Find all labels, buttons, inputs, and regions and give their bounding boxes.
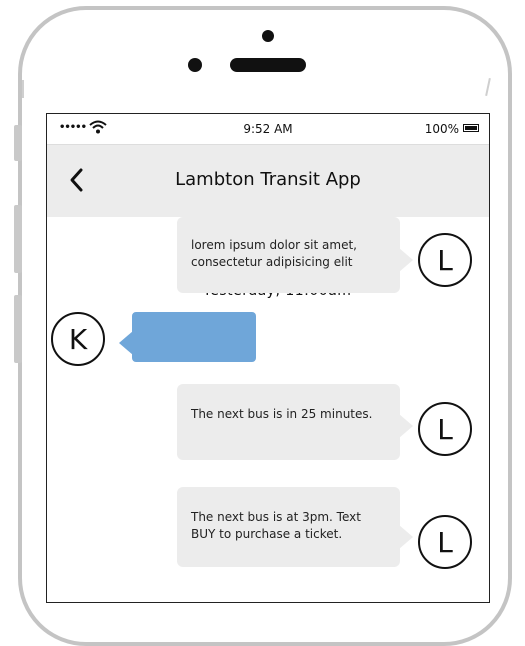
received-message-bubble: lorem ipsum dolor sit amet, consectetur … xyxy=(177,217,400,293)
received-message-bubble: The next bus is in 25 minutes. xyxy=(177,384,400,460)
message-text-line: The next bus is at 3pm. Text xyxy=(191,510,361,524)
bubble-tail xyxy=(399,414,413,438)
avatar: L xyxy=(418,233,472,287)
battery-icon xyxy=(463,124,479,132)
earpiece-speaker xyxy=(230,58,306,72)
message-text: The next bus is in 25 minutes. xyxy=(191,407,373,421)
status-time: 9:52 AM xyxy=(243,122,293,136)
avatar: L xyxy=(418,402,472,456)
avatar: K xyxy=(51,312,105,366)
battery-percent: 100% xyxy=(424,122,459,136)
phone-screen: ••••• 9:52 AM 100% Lambton Transit App Y… xyxy=(46,113,490,603)
message-list: Yesterday, 11:00am lorem ipsum dolor sit… xyxy=(47,217,489,602)
avatar: L xyxy=(418,515,472,569)
phone-glare-left xyxy=(22,80,24,98)
received-message-bubble: The next bus is at 3pm. Text BUY to purc… xyxy=(177,487,400,567)
message-text-line: BUY to purchase a ticket. xyxy=(191,527,343,541)
status-bar: ••••• 9:52 AM 100% xyxy=(47,114,489,145)
proximity-sensor xyxy=(188,58,202,72)
message-text-line: lorem ipsum dolor sit amet, xyxy=(191,238,357,252)
sent-message-bubble xyxy=(132,312,256,362)
bubble-tail xyxy=(399,525,413,549)
message-text-line: consectetur adipisicing elit xyxy=(191,255,353,269)
front-camera xyxy=(262,30,274,42)
bubble-tail xyxy=(119,331,133,355)
navigation-bar: Lambton Transit App xyxy=(47,145,489,217)
phone-volume-down-button xyxy=(14,295,22,363)
bubble-tail xyxy=(399,248,413,272)
phone-side-button xyxy=(14,125,22,161)
page-title: Lambton Transit App xyxy=(175,169,361,190)
phone-volume-up-button xyxy=(14,205,22,273)
